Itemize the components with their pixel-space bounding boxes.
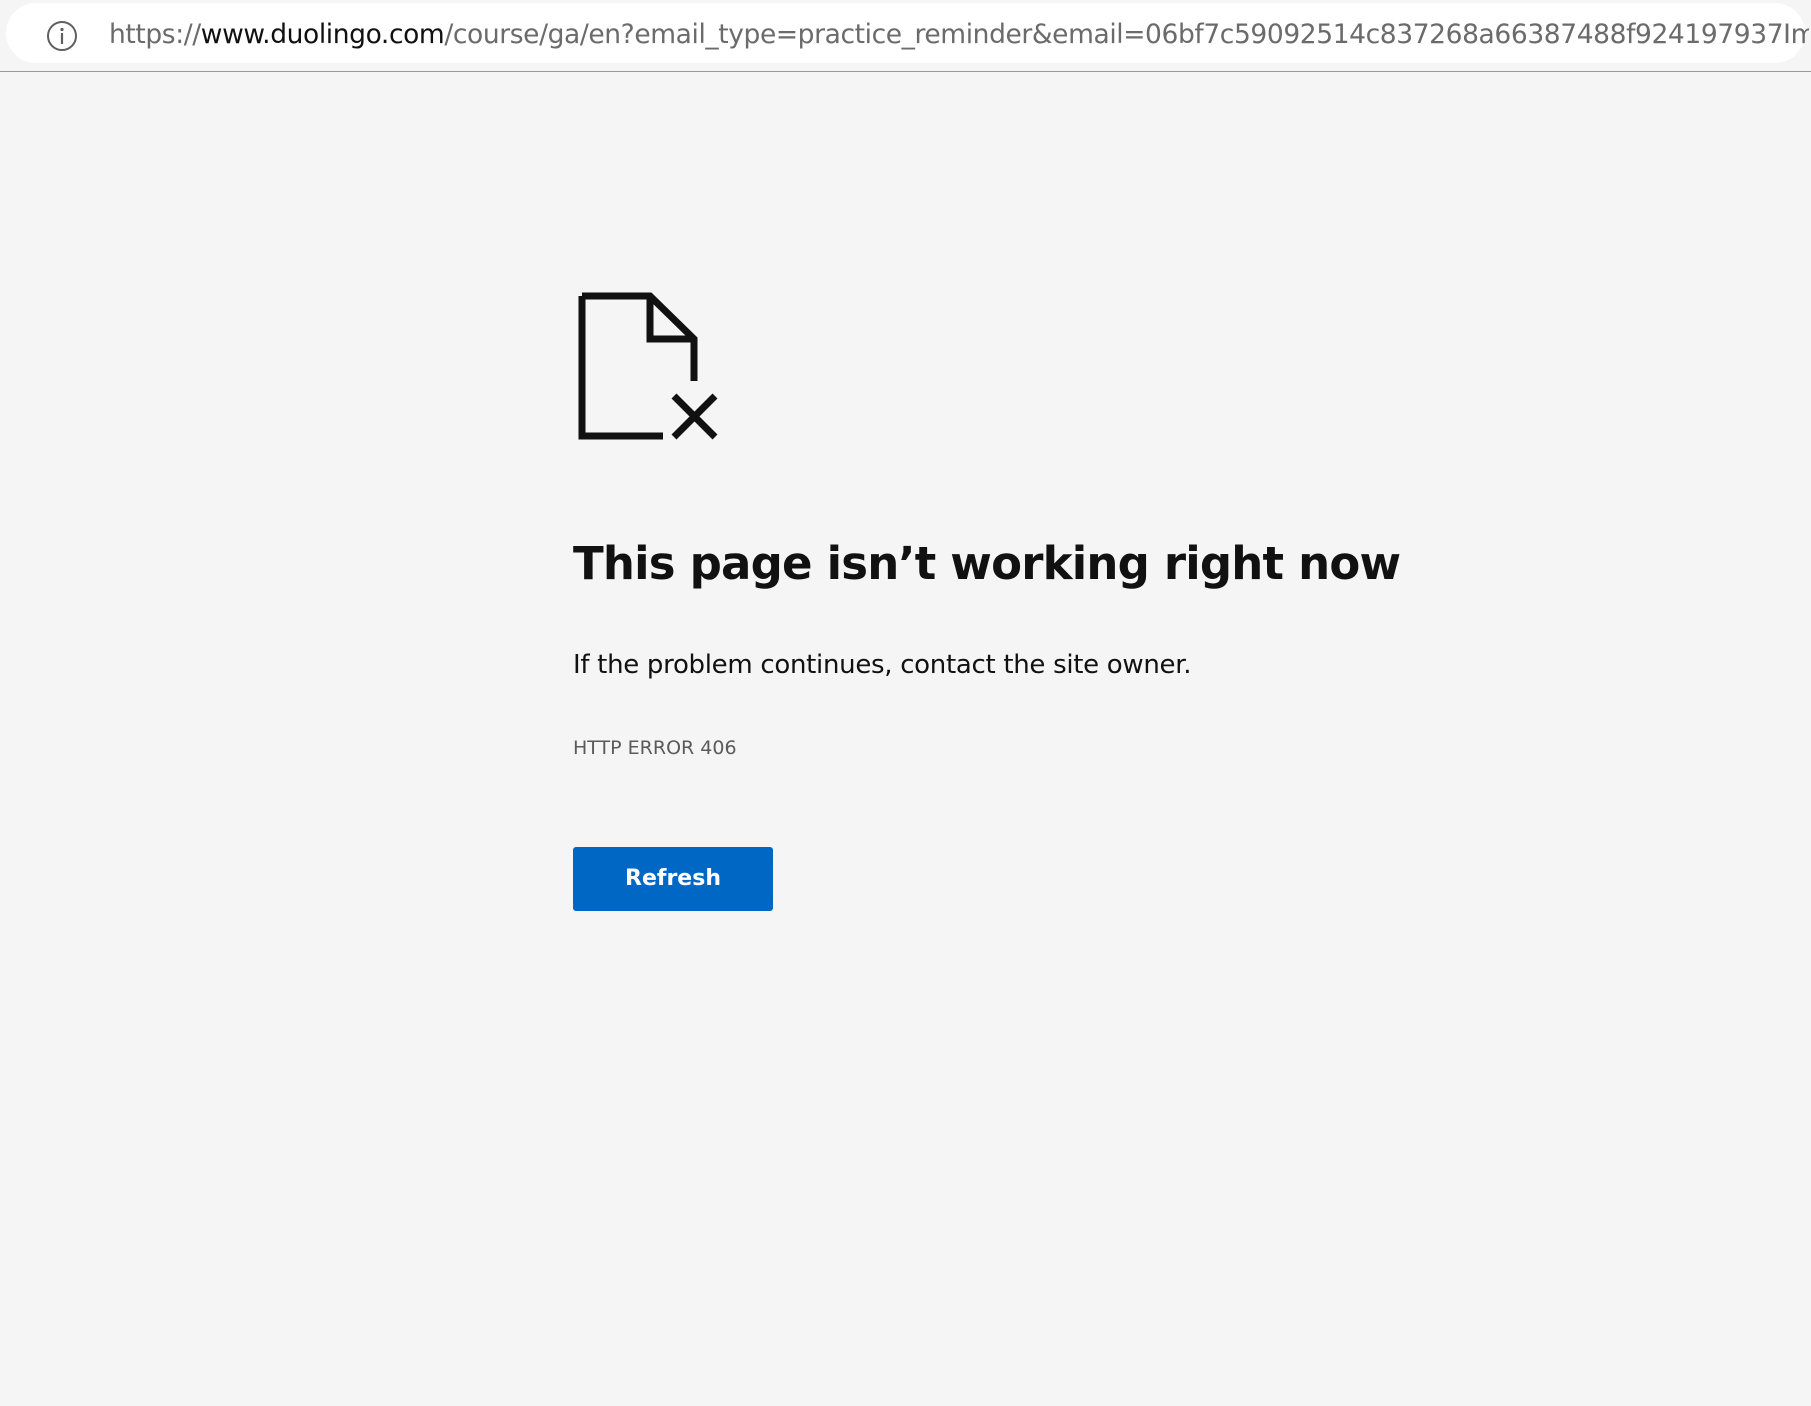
url-scheme: https:// [109, 19, 201, 50]
error-message: If the problem continues, contact the si… [573, 650, 1192, 680]
url-host: www.duolingo.com [200, 19, 445, 50]
broken-document-icon [578, 292, 720, 440]
page-title: This page isn’t working right now [573, 537, 1401, 590]
url-field[interactable]: https://www.duolingo.com/course/ga/en?em… [6, 3, 1809, 63]
info-circle-icon[interactable] [46, 20, 78, 52]
url-path: /course/ga/en?email_type=practice_remind… [444, 19, 1809, 50]
url-text[interactable]: https://www.duolingo.com/course/ga/en?em… [109, 17, 1809, 53]
address-bar: https://www.duolingo.com/course/ga/en?em… [0, 0, 1811, 72]
refresh-button[interactable]: Refresh [573, 847, 773, 911]
error-code: HTTP ERROR 406 [573, 737, 737, 759]
